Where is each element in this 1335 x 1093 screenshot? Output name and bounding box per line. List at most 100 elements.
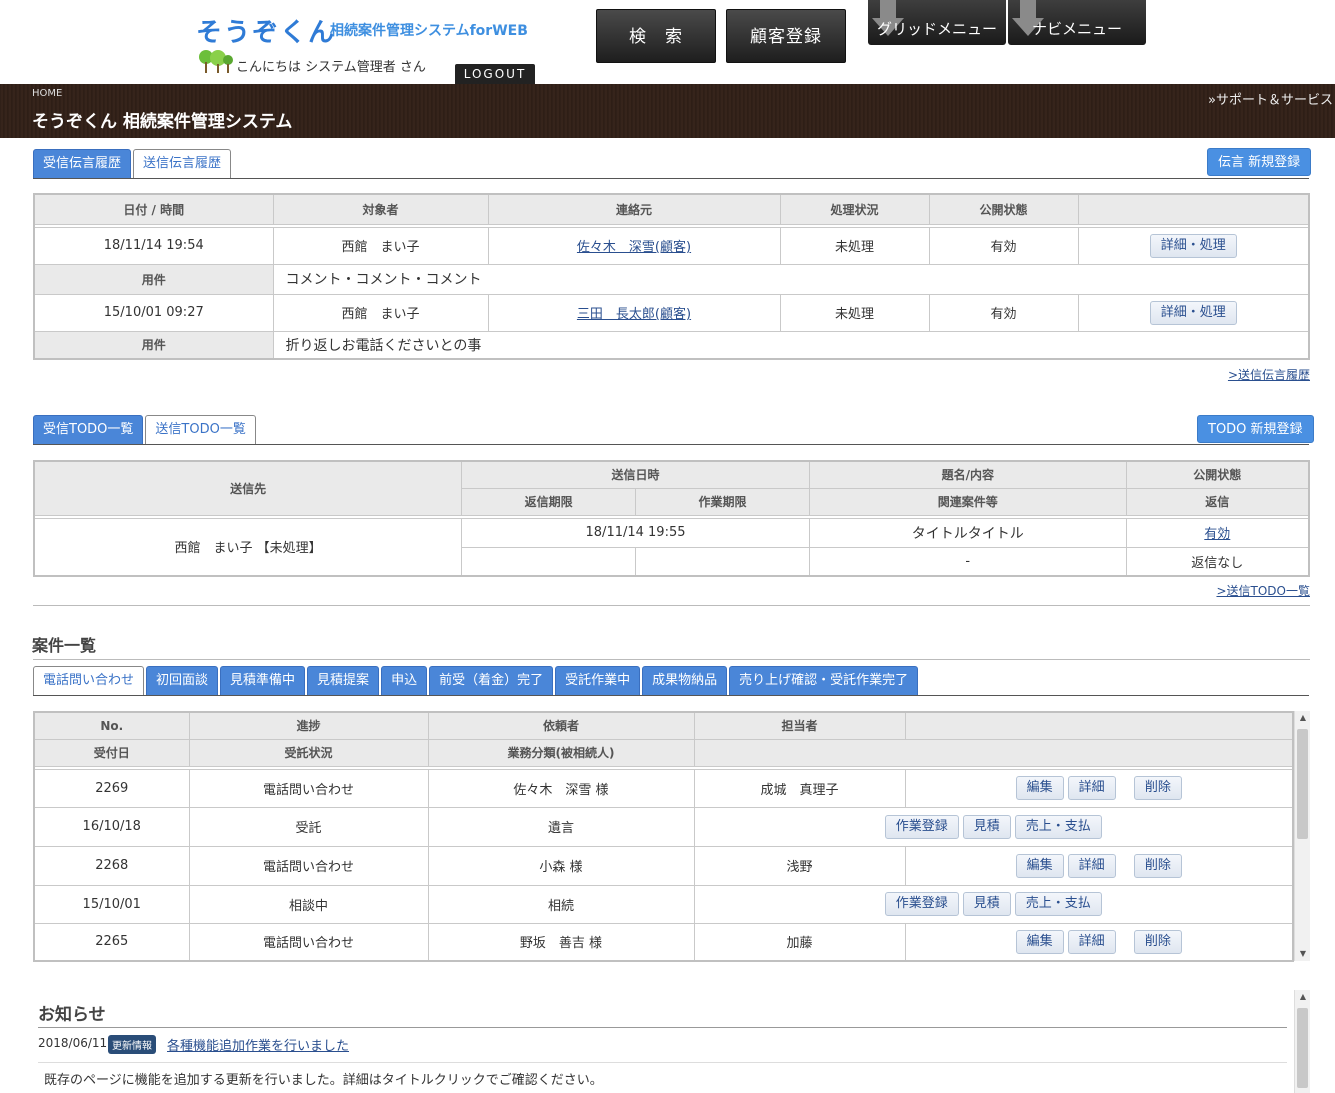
customer-register-button[interactable]: 顧客登録 [726,9,846,63]
new-message-button[interactable]: 伝言 新規登録 [1207,148,1312,176]
search-button[interactable]: 検 索 [596,9,716,63]
cell-reply: 返信なし [1125,546,1310,577]
cell-action: 詳細・処理 [1077,293,1310,332]
cell-client: 小森 様 [427,845,695,886]
col-category: 業務分類(被相続人) [427,738,695,767]
cell-actions: 編集 詳細 削除 [904,922,1294,962]
new-todo-button[interactable]: TODO 新規登録 [1197,415,1314,443]
col-reply-deadline: 返信期限 [461,487,637,516]
tab-estimate-proposal[interactable]: 見積提案 [307,666,380,696]
tab-in-progress[interactable]: 受託作業中 [555,666,641,696]
cell-progress: 電話問い合わせ [188,845,429,886]
work-register-button[interactable]: 作業登録 [884,892,959,916]
cell-contract: 受託 [188,806,429,847]
breadcrumb[interactable]: HOME [32,88,62,99]
scroll-up-icon[interactable]: ▲ [1295,711,1311,725]
cell-progress: 電話問い合わせ [188,922,429,962]
tab-sales-complete[interactable]: 売り上げ確認・受託作業完了 [729,666,919,696]
sent-todo-link[interactable]: >送信TODO一覧 [1216,582,1310,599]
cell-sent: 18/11/14 19:55 [461,517,810,548]
col-work-deadline: 作業期限 [635,487,810,516]
work-register-button[interactable]: 作業登録 [884,814,959,839]
col-related: 関連案件等 [808,487,1127,516]
table-row: 用件 コメント・コメント・コメント [33,263,1310,295]
tab-sent-todo[interactable]: 送信TODO一覧 [145,415,256,445]
notice-scrollbar[interactable]: ▲ [1294,990,1310,1093]
col-date: 受付日 [33,738,190,767]
detail-button[interactable]: 詳細 [1067,853,1116,878]
table-row: 用件 折り返しお電話くださいとの事 [33,330,1310,360]
case-status-tabs: 電話問い合わせ 初回面談 見積準備中 見積提案 申込 前受（着金）完了 受託作業… [33,666,920,696]
cell-contract: 相談中 [188,884,429,924]
detail-process-button[interactable]: 詳細・処理 [1149,300,1237,325]
scroll-down-icon[interactable]: ▼ [1295,947,1311,961]
delete-button[interactable]: 削除 [1133,929,1182,954]
scroll-thumb[interactable] [1297,1008,1308,1088]
cell-visibility: 有効 [928,293,1079,332]
detail-button[interactable]: 詳細 [1067,776,1116,800]
contact-link[interactable]: 三田 長太郎(顧客) [577,307,691,322]
edit-button[interactable]: 編集 [1015,776,1064,800]
tab-prepayment-done[interactable]: 前受（着金）完了 [429,666,554,696]
detail-process-button[interactable]: 詳細・処理 [1149,233,1237,258]
cell-category: 遺言 [427,806,695,847]
delete-button[interactable]: 削除 [1133,776,1182,800]
logo-subtitle: 相続案件管理システムforWEB [330,23,528,39]
cell-related: - [808,546,1127,577]
support-link[interactable]: »サポート＆サービス [1208,89,1333,108]
divider [38,1027,1287,1028]
tab-estimate-prep[interactable]: 見積準備中 [220,666,306,696]
tab-received-messages[interactable]: 受信伝言履歴 [33,149,132,179]
app-header: そうぞくん 相続案件管理システムforWEB こんにちは システム管理者 さん … [0,0,1335,84]
cell-client: 野坂 善吉 様 [427,922,695,962]
grid-menu-button[interactable]: グリッドメニュー [868,0,1006,45]
col-progress: 進捗 [188,711,429,740]
tab-divider [33,695,1309,696]
case-scrollbar[interactable]: ▲ ▼ [1294,711,1310,961]
edit-button[interactable]: 編集 [1015,929,1064,954]
visibility-link[interactable]: 有効 [1204,527,1230,542]
divider [33,659,1310,660]
navi-menu-button[interactable]: ナビメニュー [1008,0,1146,45]
tab-sent-messages[interactable]: 送信伝言履歴 [133,149,232,179]
scroll-thumb[interactable] [1297,729,1308,839]
tab-phone-inquiry[interactable]: 電話問い合わせ [33,666,145,696]
sales-payment-button[interactable]: 売上・支払 [1014,892,1102,916]
cell-target: 西館 まい子 [272,293,489,332]
trees-icon [199,50,233,73]
table-row: 15/10/01 相談中 相続 作業登録 見積 売上・支払 [33,884,1294,924]
cell-staff: 成城 真理子 [693,768,906,808]
subject-label: 用件 [33,263,274,295]
navi-menu-label: ナビメニュー [1031,20,1122,38]
cell-subject: 折り返しお電話くださいとの事 [272,330,1310,360]
logo[interactable]: そうぞくん [196,12,336,49]
col-sent: 送信日時 [461,460,810,489]
notice-heading: お知らせ [38,1005,106,1025]
notice-title-link[interactable]: 各種機能追加作業を行いました [167,1035,349,1054]
tab-delivery[interactable]: 成果物納品 [642,666,728,696]
cell-progress: 電話問い合わせ [188,768,429,808]
cell-status: 未処理 [779,226,930,265]
col-reply: 返信 [1125,487,1310,516]
title-band: HOME そうぞくん 相続案件管理システム »サポート＆サービス [0,84,1335,138]
delete-button[interactable]: 削除 [1133,853,1182,878]
table-row: 18/11/14 19:54 西館 まい子 佐々木 深雪(顧客) 未処理 有効 … [33,226,1310,265]
logout-button[interactable]: LOGOUT [455,64,535,84]
estimate-button[interactable]: 見積 [962,814,1011,839]
table-row: 2268 電話問い合わせ 小森 様 浅野 編集 詳細 削除 [33,845,1294,886]
detail-button[interactable]: 詳細 [1067,929,1116,954]
message-table: 日付 / 時間 対象者 連絡元 処理状況 公開状態 18/11/14 19:54… [33,193,1310,360]
table-row: 2265 電話問い合わせ 野坂 善吉 様 加藤 編集 詳細 削除 [33,922,1294,962]
estimate-button[interactable]: 見積 [962,892,1011,916]
col-visibility: 公開状態 [1125,460,1310,489]
sent-messages-link[interactable]: >送信伝言履歴 [1228,366,1310,383]
scroll-up-icon[interactable]: ▲ [1295,990,1311,1004]
tab-received-todo[interactable]: 受信TODO一覧 [33,415,144,445]
cell-contact: 三田 長太郎(顧客) [487,293,781,332]
tab-application[interactable]: 申込 [381,666,428,696]
tab-first-meeting[interactable]: 初回面談 [146,666,219,696]
edit-button[interactable]: 編集 [1015,853,1064,878]
cases-heading: 案件一覧 [32,636,97,655]
contact-link[interactable]: 佐々木 深雪(顧客) [577,240,691,255]
sales-payment-button[interactable]: 売上・支払 [1014,814,1102,839]
